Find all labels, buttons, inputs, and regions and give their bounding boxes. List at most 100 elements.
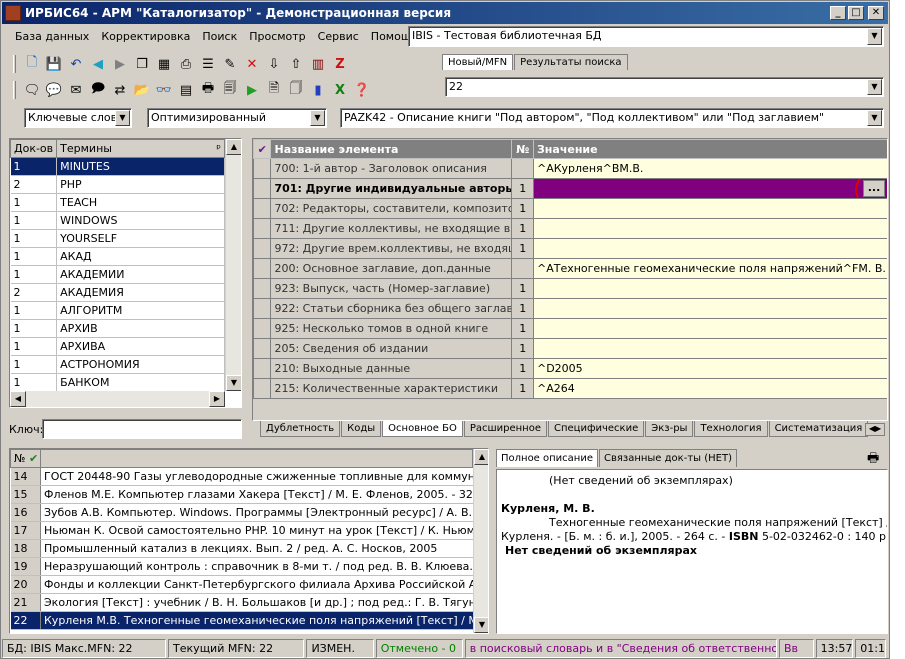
- scroll-down-icon[interactable]: ▼: [474, 617, 488, 633]
- scroll-up-icon[interactable]: ▲: [474, 449, 488, 465]
- menu-database[interactable]: База данных: [9, 28, 95, 46]
- delete-icon[interactable]: ✕: [242, 54, 262, 74]
- dictionary-row[interactable]: 1 АЛГОРИТМ: [10, 301, 225, 320]
- worksheet-row[interactable]: 923: Выпуск, часть (Номер-заглавие) 1: [253, 278, 887, 299]
- dictionary-row[interactable]: 1 АКАДЕМИИ: [10, 265, 225, 284]
- list-icon[interactable]: ☰: [198, 54, 218, 74]
- printer-icon[interactable]: 🖶: [198, 80, 218, 100]
- copy-record-icon[interactable]: ❐: [132, 54, 152, 74]
- stack-icon[interactable]: ▤: [176, 80, 196, 100]
- tab-full-description[interactable]: Полное описание: [496, 449, 598, 467]
- dictionary-row[interactable]: 1 БАНКОМ: [10, 373, 225, 392]
- dictionary-row[interactable]: 1 АСТРОНОМИЯ: [10, 355, 225, 374]
- worksheet-row[interactable]: 210: Выходные данные 1 ^D2005: [253, 358, 887, 379]
- worksheet-tab[interactable]: Расширенное: [463, 421, 547, 437]
- worksheet-tab[interactable]: Коды: [341, 421, 382, 437]
- worksheet-row[interactable]: 925: Несколько томов в одной книге 1: [253, 318, 887, 339]
- pin-icon[interactable]: ᵖ: [216, 142, 221, 155]
- document-row[interactable]: 20 Фонды и коллекции Санкт-Петербургского…: [10, 575, 473, 594]
- scroll-left-icon[interactable]: ◀: [10, 391, 26, 407]
- document-row[interactable]: 21 Экология [Текст] : учебник / В. Н. Бол…: [10, 593, 473, 612]
- folder-icon[interactable]: 📂: [132, 80, 152, 100]
- scroll-up-icon[interactable]: ▲: [226, 139, 241, 155]
- dictionary-vscroll[interactable]: ▲ ▼: [225, 139, 241, 391]
- field-value[interactable]: ^AКурленя^BМ.В.: [532, 158, 887, 179]
- grid-icon[interactable]: ▦: [154, 54, 174, 74]
- worksheet-tab[interactable]: Специфические: [547, 421, 645, 437]
- comment-icon[interactable]: 🗨: [22, 80, 42, 100]
- barcode-icon[interactable]: ▥: [308, 54, 328, 74]
- field-value[interactable]: [532, 278, 887, 299]
- keywords-select[interactable]: Ключевые слова ▼: [24, 108, 132, 128]
- document-row[interactable]: 18 Промышленный катализ в лекциях. Вып. 2…: [10, 539, 473, 558]
- arrow-right-icon[interactable]: ▶: [110, 54, 130, 74]
- worksheet-row[interactable]: 215: Количественные характеристики 1 ^A264: [253, 378, 887, 399]
- worksheet-tab[interactable]: Технология: [694, 421, 768, 437]
- arrow-left-icon[interactable]: ◀: [88, 54, 108, 74]
- chevron-down-icon[interactable]: ▼: [867, 28, 882, 45]
- tab-related-documents[interactable]: Связанные док-ты (НЕТ): [599, 449, 737, 467]
- document-row[interactable]: 22 Курленя М.В. Техногенные геомеханическ…: [10, 611, 473, 630]
- grid-header-value[interactable]: Значение: [532, 139, 887, 159]
- document-row[interactable]: 14 ГОСТ 20448-90 Газы углеводородные сжиж…: [10, 467, 473, 486]
- worksheet-row[interactable]: 205: Сведения об издании 1: [253, 338, 887, 359]
- menu-search[interactable]: Поиск: [196, 28, 243, 46]
- dict-header-term[interactable]: Термины ᵖ: [56, 139, 225, 158]
- field-value[interactable]: [532, 318, 887, 339]
- grid-header-name[interactable]: Название элемента: [270, 139, 513, 159]
- field-value[interactable]: [532, 238, 887, 259]
- dictionary-row[interactable]: 1 MINUTES: [10, 157, 225, 176]
- tab-new-mfn[interactable]: Новый/MFN: [442, 54, 514, 70]
- worksheet-row[interactable]: 922: Статьи сборника без общего заглавия…: [253, 298, 887, 319]
- document-row[interactable]: 19 Неразрушающий контроль : справочник в …: [10, 557, 473, 576]
- help-book-icon[interactable]: ❓: [352, 80, 372, 100]
- glasses-icon[interactable]: 👓: [154, 80, 174, 100]
- menu-view[interactable]: Просмотр: [243, 28, 311, 46]
- search-mode-select[interactable]: Оптимизированный ▼: [147, 108, 327, 128]
- worksheet-tab[interactable]: Дублетность: [260, 421, 341, 437]
- print-description-icon[interactable]: 🖶: [867, 449, 879, 471]
- dictionary-row[interactable]: 2 PHP: [10, 175, 225, 194]
- chat-icon[interactable]: 💬: [44, 80, 64, 100]
- import-icon[interactable]: ⇩: [264, 54, 284, 74]
- chevron-down-icon[interactable]: ▼: [867, 110, 882, 126]
- dictionary-row[interactable]: 1 YOURSELF: [10, 229, 225, 248]
- undo-icon[interactable]: ↶: [66, 54, 86, 74]
- field-value[interactable]: [532, 338, 887, 359]
- database-select[interactable]: IBIS - Тестовая библиотечная БД ▼: [408, 26, 884, 47]
- transfer-icon[interactable]: ⇄: [110, 80, 130, 100]
- dict-header-count[interactable]: Док-ов: [10, 139, 58, 158]
- worksheet-tab[interactable]: Основное БО: [382, 421, 463, 437]
- print-icon[interactable]: ⎙: [176, 54, 196, 74]
- scroll-right-icon[interactable]: ▶: [209, 391, 225, 407]
- worksheet-tab[interactable]: Систематизация: [768, 421, 869, 437]
- document-icon[interactable]: 🗎: [264, 80, 284, 100]
- save-icon[interactable]: 💾: [44, 54, 64, 74]
- field-value[interactable]: [532, 218, 887, 239]
- dictionary-row[interactable]: 2 АКАДЕМИЯ: [10, 283, 225, 302]
- key-input[interactable]: [42, 419, 242, 439]
- scroll-down-icon[interactable]: ▼: [226, 375, 241, 391]
- mail-icon[interactable]: ✉: [66, 80, 86, 100]
- excel-icon[interactable]: X: [330, 80, 350, 100]
- worksheet-row[interactable]: 200: Основное заглавие, доп.данные ^AТехн…: [253, 258, 887, 279]
- field-value[interactable]: [532, 198, 887, 219]
- chevron-down-icon[interactable]: ▼: [115, 110, 130, 126]
- tab-search-results[interactable]: Результаты поиска: [514, 54, 628, 70]
- document-row[interactable]: 16 Зубов А.В. Компьютер. Windows. Програм…: [10, 503, 473, 522]
- worksheet-row[interactable]: 700: 1-й автор - Заголовок описания ^AКур…: [253, 158, 887, 179]
- edit-icon[interactable]: ✎: [220, 54, 240, 74]
- z3950-icon[interactable]: Z: [330, 54, 350, 74]
- field-value[interactable]: ...: [532, 178, 887, 199]
- field-value[interactable]: ^D2005: [532, 358, 887, 379]
- menu-edit[interactable]: Корректировка: [95, 28, 196, 46]
- dictionary-row[interactable]: 1 АКАД: [10, 247, 225, 266]
- minimize-button[interactable]: _: [830, 6, 846, 20]
- dictionary-row[interactable]: 1 АРХИВА: [10, 337, 225, 356]
- new-record-icon[interactable]: 🗋: [22, 54, 42, 74]
- worksheet-row[interactable]: 701: Другие индивидуальные авторы 1...: [253, 178, 887, 199]
- maximize-button[interactable]: □: [848, 6, 864, 20]
- worksheet-tab[interactable]: Экз-ры: [645, 421, 694, 437]
- grid-header-num[interactable]: №: [511, 139, 534, 159]
- document-row[interactable]: 15 Фленов М.Е. Компьютер глазами Хакера […: [10, 485, 473, 504]
